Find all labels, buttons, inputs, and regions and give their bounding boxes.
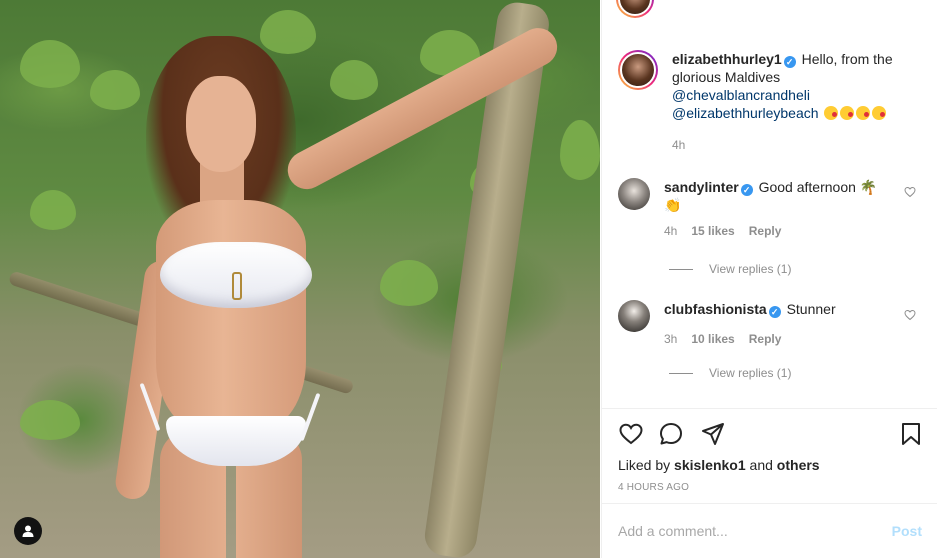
liked-by-others-link[interactable]: others: [777, 457, 820, 473]
author-avatar[interactable]: [618, 50, 658, 90]
header-partial: [616, 0, 654, 18]
verified-icon: ✓: [783, 56, 796, 68]
liked-by-user-link[interactable]: skislenko1: [674, 457, 746, 473]
author-username[interactable]: elizabethhurley1: [672, 51, 782, 67]
reply-button[interactable]: Reply: [749, 222, 782, 240]
person-figure: [113, 21, 564, 558]
reply-button[interactable]: Reply: [749, 330, 782, 348]
avatar: [616, 0, 654, 18]
post-timestamp[interactable]: 4 HOURS AGO: [618, 482, 689, 493]
like-comment-icon[interactable]: [904, 309, 916, 321]
add-comment-bar: Post: [602, 503, 937, 558]
post-comment-button[interactable]: Post: [892, 523, 922, 539]
clapping-hands-icon: 👏: [664, 197, 682, 213]
heart-icon[interactable]: [618, 421, 644, 447]
mention-link[interactable]: @chevalblancrandheli: [672, 87, 810, 103]
comment-icon[interactable]: [658, 421, 684, 447]
commenter-username[interactable]: clubfashionista: [664, 301, 767, 317]
liked-by-text: Liked by skislenko1 and others: [618, 457, 820, 473]
commenter-username[interactable]: sandylinter: [664, 179, 739, 195]
action-bar: Liked by skislenko1 and others 4 HOURS A…: [602, 408, 937, 504]
user-tag-icon: [22, 525, 34, 537]
comment-row: clubfashionista ✓ Stunner 3h 10 likes Rep…: [618, 300, 928, 348]
comment-time: 3h: [664, 332, 678, 346]
post-photo[interactable]: [0, 0, 600, 558]
view-replies-button[interactable]: View replies (1): [669, 262, 791, 276]
comment-text: Stunner: [786, 301, 836, 317]
commenter-avatar[interactable]: [618, 178, 650, 210]
like-comment-icon[interactable]: [904, 186, 916, 198]
comment-time: 4h: [664, 224, 678, 238]
kiss-emoji-icon: [822, 105, 887, 121]
verified-icon: ✓: [768, 306, 781, 318]
comment-input[interactable]: [618, 523, 892, 539]
comment-likes[interactable]: 15 likes: [691, 222, 734, 240]
palm-tree-icon: 🌴: [859, 179, 878, 195]
view-replies-button[interactable]: View replies (1): [669, 366, 791, 380]
comment-likes[interactable]: 10 likes: [691, 330, 734, 348]
comments-scroll-area[interactable]: elizabethhurley1 ✓ Hello, from the glorio…: [602, 0, 937, 408]
comment-row: sandylinter ✓ Good afternoon 🌴 👏 4h 15 li…: [618, 178, 928, 240]
verified-icon: ✓: [740, 184, 753, 196]
user-tag-button[interactable]: [14, 517, 42, 545]
share-icon[interactable]: [700, 421, 726, 447]
comment-text: Good afternoon: [758, 179, 856, 195]
caption-row: elizabethhurley1 ✓ Hello, from the glorio…: [618, 50, 928, 154]
mention-link[interactable]: @elizabethhurleybeach: [672, 105, 819, 121]
commenter-avatar[interactable]: [618, 300, 650, 332]
bookmark-icon[interactable]: [898, 421, 924, 447]
post-side-panel: elizabethhurley1 ✓ Hello, from the glorio…: [601, 0, 937, 558]
caption-time: 4h: [672, 138, 686, 152]
